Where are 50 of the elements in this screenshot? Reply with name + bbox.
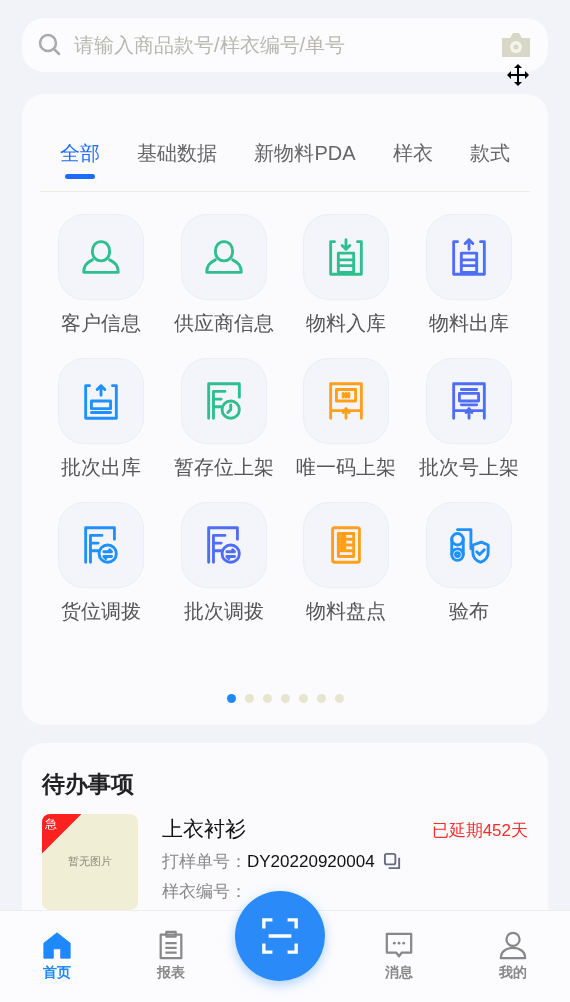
app-tile[interactable] xyxy=(303,358,390,444)
nav-tab[interactable]: 首页 xyxy=(0,911,114,1002)
nav-tab[interactable]: 消息 xyxy=(342,911,456,1002)
search-input[interactable]: 请输入商品款号/样衣编号/单号 xyxy=(74,30,488,60)
copy-icon[interactable] xyxy=(382,852,402,872)
app-label: 物料入库 xyxy=(306,311,387,336)
chat-icon xyxy=(384,930,414,960)
category-tab[interactable]: 样衣 xyxy=(392,138,433,179)
category-tab[interactable]: 基础数据 xyxy=(137,138,218,179)
app-label: 客户信息 xyxy=(61,311,142,336)
overdue-text: 已延期452天 xyxy=(431,819,528,842)
app-tile[interactable] xyxy=(425,358,512,444)
urgent-badge: 急 xyxy=(42,813,82,854)
item-name: 上衣衬衫 xyxy=(162,815,246,843)
search-field[interactable]: 请输入商品款号/样衣编号/单号 xyxy=(22,18,548,72)
app-label: 供应商信息 xyxy=(173,311,274,336)
app-label: 唯一码上架 xyxy=(296,455,397,480)
app-label: 批次调拨 xyxy=(183,599,264,624)
app-tile[interactable] xyxy=(425,502,512,588)
nav-tab[interactable]: 我的 xyxy=(456,911,570,1002)
app-tile[interactable] xyxy=(425,214,512,300)
app-tile[interactable] xyxy=(58,358,145,444)
user-icon xyxy=(498,930,528,960)
app-tile[interactable] xyxy=(180,502,267,588)
category-tab[interactable]: 新物料PDA xyxy=(254,138,356,179)
section-title: 待办事项 xyxy=(42,770,135,799)
app-tile[interactable] xyxy=(303,502,390,588)
field-value: DY20220920004 xyxy=(247,851,375,873)
app-tile[interactable] xyxy=(58,502,145,588)
app-label: 暂存位上架 xyxy=(173,455,274,480)
app-tile[interactable] xyxy=(303,214,390,300)
app-label: 物料出库 xyxy=(428,311,509,336)
category-tab[interactable]: 全部 xyxy=(60,138,100,179)
field-label: 打样单号： xyxy=(162,851,247,873)
app-label: 货位调拨 xyxy=(61,599,142,624)
field-label: 样衣编号： xyxy=(162,880,247,903)
nav-tab[interactable]: 报表 xyxy=(114,911,228,1002)
home-icon xyxy=(42,930,72,960)
app-label: 验布 xyxy=(448,599,489,624)
image-placeholder-text: 暂无图片 xyxy=(68,854,112,870)
app-tile[interactable] xyxy=(180,214,267,300)
app-label: 批次号上架 xyxy=(418,455,519,480)
app-tile[interactable] xyxy=(58,214,145,300)
scan-icon xyxy=(261,917,299,955)
app-label: 批次出库 xyxy=(61,455,142,480)
search-icon xyxy=(38,33,62,57)
app-label: 物料盘点 xyxy=(306,599,387,624)
move-cursor-icon xyxy=(506,63,530,87)
app-tile[interactable] xyxy=(180,358,267,444)
category-tab[interactable]: 款式 xyxy=(470,138,510,179)
